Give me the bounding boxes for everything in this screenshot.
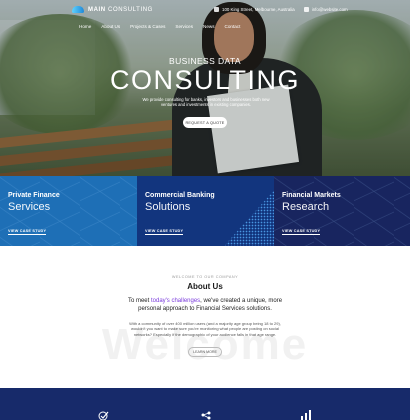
nav-item-services[interactable]: Services	[175, 24, 193, 29]
request-quote-button[interactable]: REQUEST A QUOTE	[183, 117, 227, 128]
service-card-private-finance[interactable]: Private Finance Services VIEW CASE STUDY	[0, 176, 137, 246]
about-title: About Us	[187, 282, 223, 291]
contact-info: 100 King Street, Melbourne, Australia in…	[214, 7, 348, 12]
service-title: Financial Markets	[282, 192, 341, 199]
check-icon	[98, 410, 110, 420]
network-icon	[200, 410, 212, 420]
chart-icon	[300, 410, 312, 420]
nav-item-about[interactable]: About Us	[101, 24, 120, 29]
location-icon	[214, 7, 219, 12]
about-section: Welcome WELCOME TO OUR COMPANY About Us …	[0, 246, 410, 388]
site-logo[interactable]: MAIN CONSULTING	[72, 6, 153, 13]
service-subtitle: Services	[8, 201, 51, 213]
main-nav: Home About Us Projects & Cases Services …	[79, 24, 240, 29]
service-card-financial-markets[interactable]: Financial Markets Research VIEW CASE STU…	[274, 176, 410, 246]
service-title: Private Finance	[8, 192, 60, 199]
service-subtitle: Research	[282, 201, 330, 213]
learn-more-button[interactable]: LEARN MORE	[188, 347, 222, 357]
about-lead: To meet today's challenges, we've create…	[127, 298, 283, 312]
address-text: 100 King Street, Melbourne, Australia	[222, 7, 295, 12]
logo-mark-icon	[72, 6, 84, 13]
view-case-study-link[interactable]: VIEW CASE STUDY	[282, 229, 321, 235]
services-row: Private Finance Services VIEW CASE STUDY…	[0, 176, 410, 246]
email-icon	[303, 7, 309, 12]
service-title: Commercial Banking	[145, 192, 215, 199]
view-case-study-link[interactable]: VIEW CASE STUDY	[8, 229, 47, 235]
email-link[interactable]: info@website.com	[312, 7, 348, 12]
about-kicker: WELCOME TO OUR COMPANY	[171, 275, 239, 279]
hero-description: We provide consulting for banks, investo…	[142, 97, 270, 108]
nav-item-home[interactable]: Home	[79, 24, 91, 29]
dot-pattern	[224, 176, 274, 246]
logo-text: MAIN CONSULTING	[88, 6, 153, 13]
top-bar: MAIN CONSULTING 100 King Street, Melbour…	[0, 0, 410, 33]
features-band	[0, 388, 410, 420]
nav-item-projects[interactable]: Projects & Cases	[130, 24, 165, 29]
lead-highlight: today's challenges	[150, 298, 201, 304]
view-case-study-link[interactable]: VIEW CASE STUDY	[145, 229, 184, 235]
about-body: With a community of over 400 million use…	[129, 321, 281, 337]
service-card-commercial-banking[interactable]: Commercial Banking Solutions VIEW CASE S…	[137, 176, 274, 246]
service-subtitle: Solutions	[145, 201, 191, 213]
nav-item-contact[interactable]: Contact	[225, 24, 241, 29]
hero-title: CONSULTING	[109, 65, 300, 95]
nav-item-news[interactable]: News	[203, 24, 215, 29]
